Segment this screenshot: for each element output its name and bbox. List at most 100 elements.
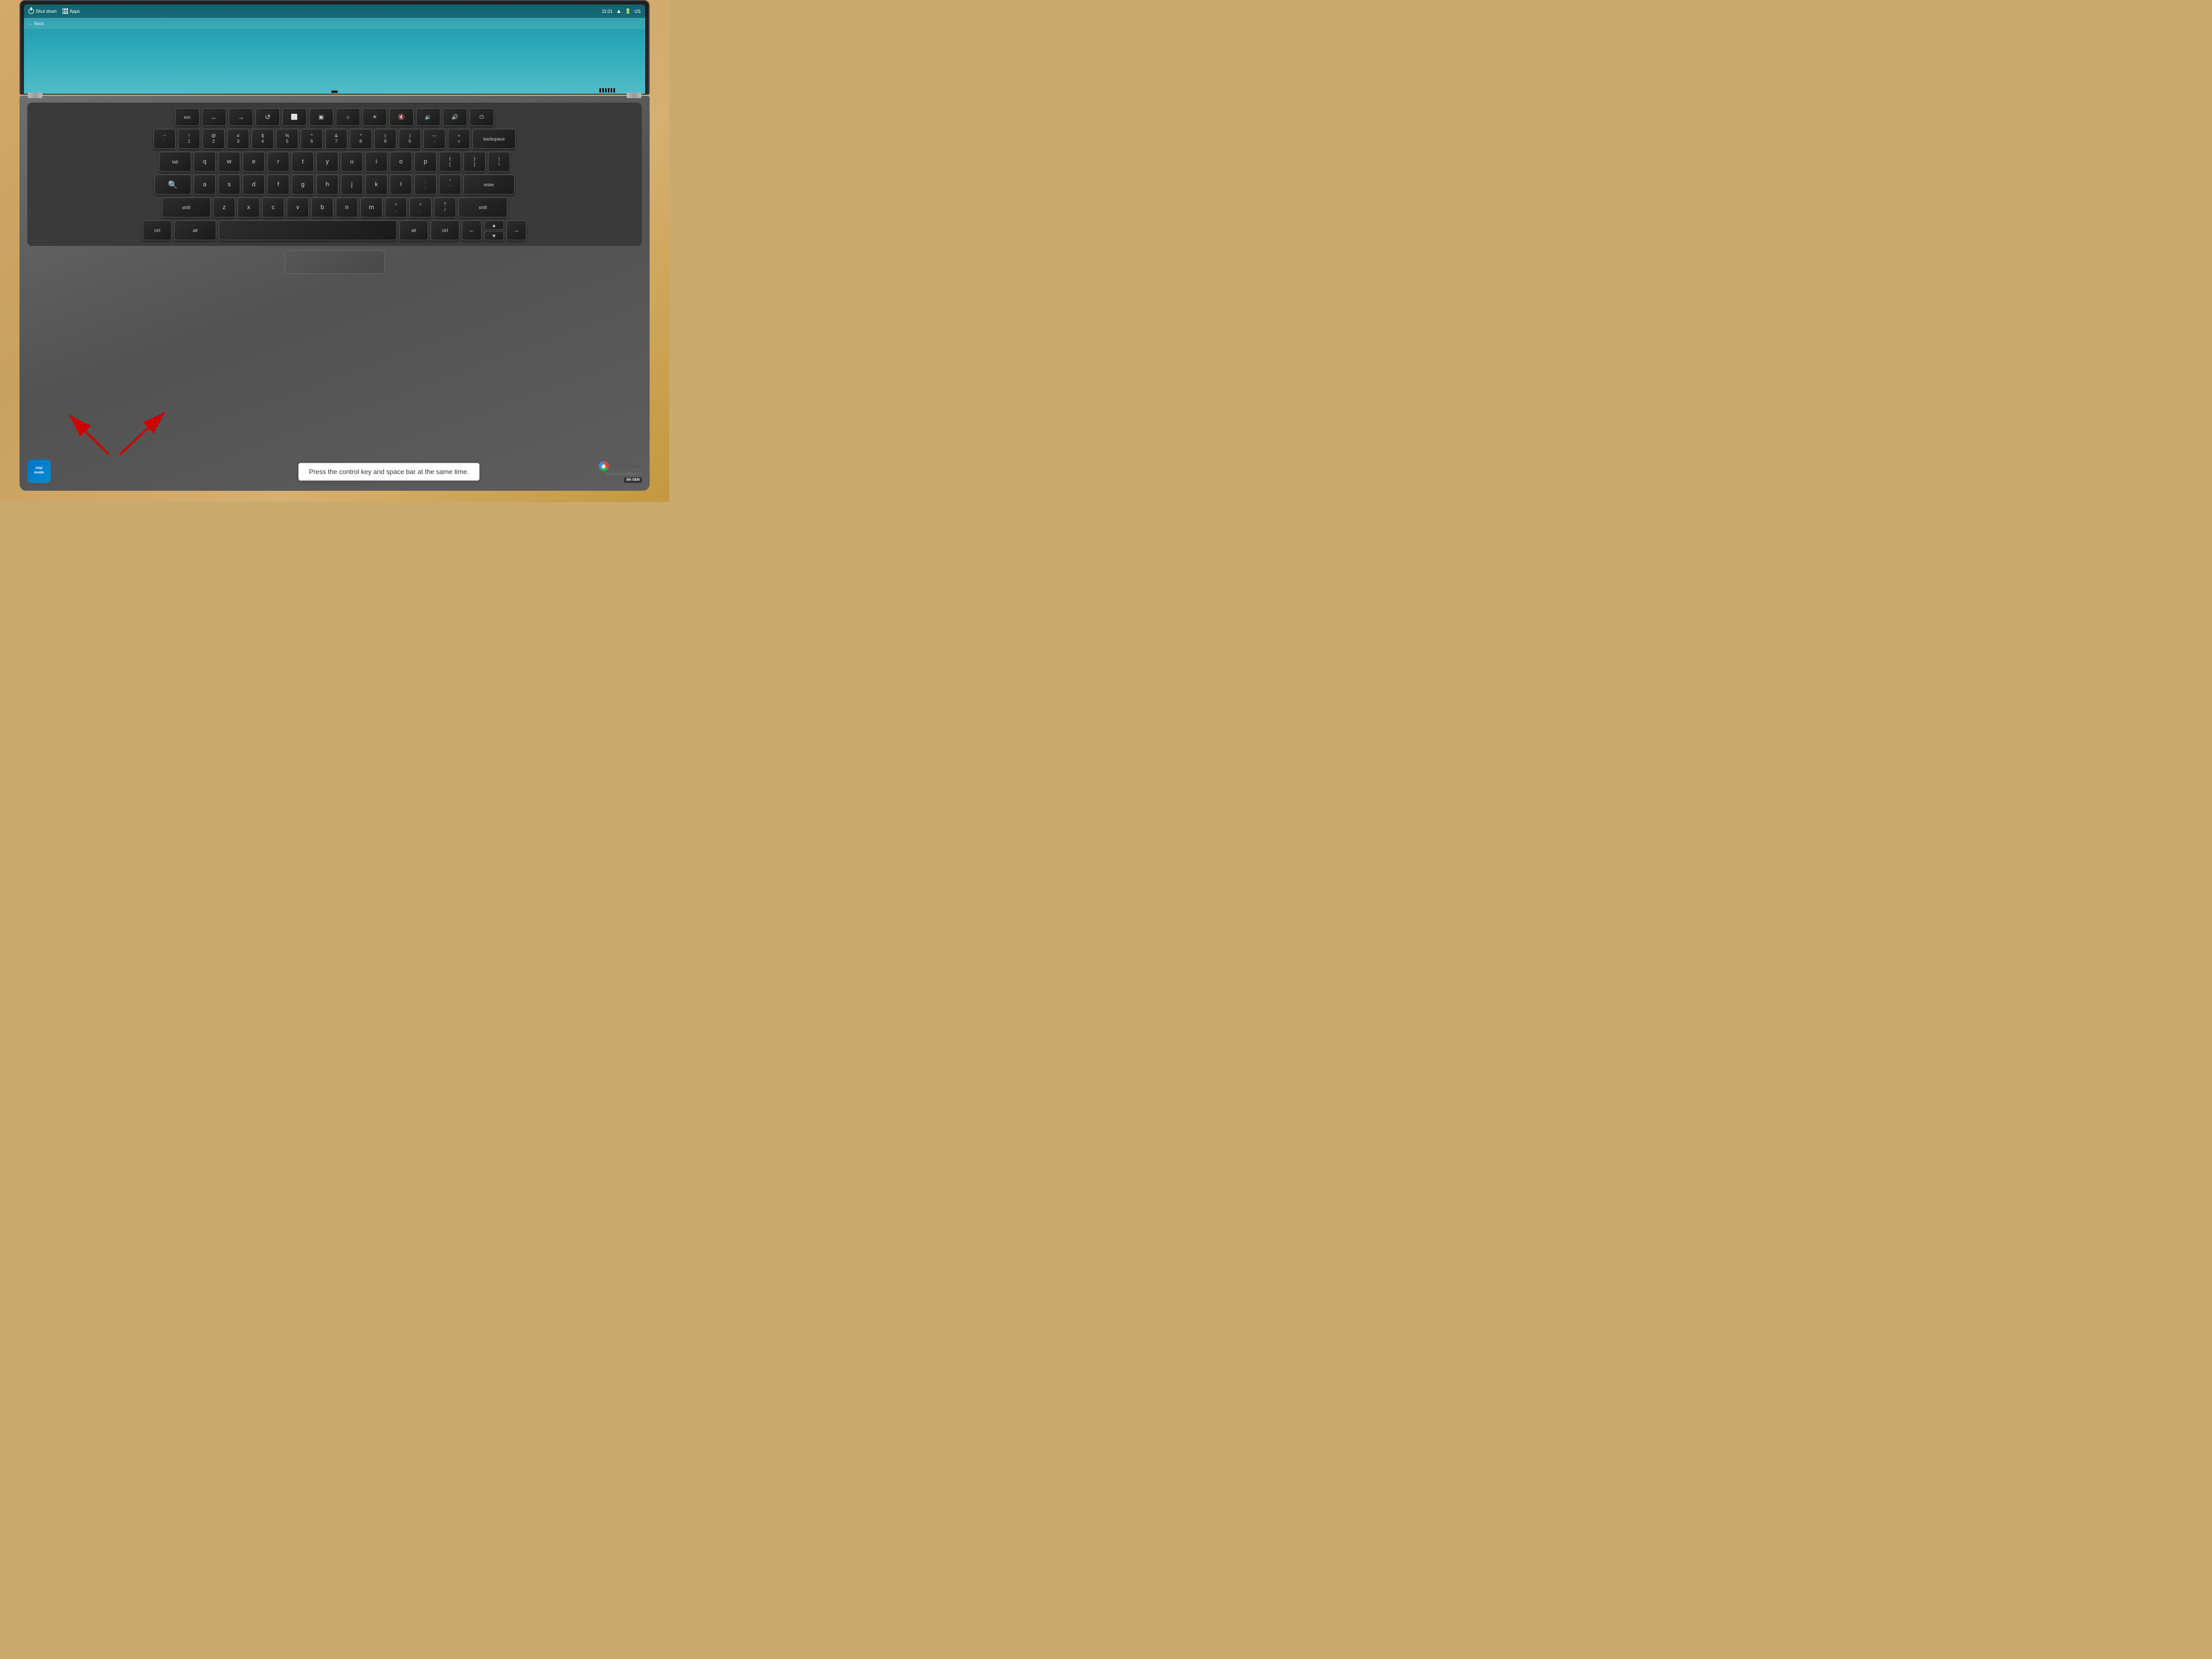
key-m[interactable]: m: [360, 197, 383, 217]
key-search[interactable]: 🔍: [154, 175, 191, 195]
wifi-icon: ▲: [616, 8, 622, 14]
key-u[interactable]: u: [341, 152, 363, 172]
key-quote[interactable]: "': [439, 175, 461, 195]
key-i[interactable]: i: [365, 152, 388, 172]
key-vol-down[interactable]: 🔉: [416, 108, 441, 126]
key-0[interactable]: )0: [399, 129, 421, 149]
apps-button[interactable]: Apps: [62, 8, 80, 14]
touchpad[interactable]: [284, 250, 385, 274]
key-backspace[interactable]: backspace: [472, 129, 516, 149]
key-b[interactable]: b: [311, 197, 333, 217]
key-brightness-up[interactable]: ☀: [362, 108, 387, 126]
vent-area: [599, 88, 615, 93]
key-8[interactable]: *8: [350, 129, 372, 149]
annotation-arrows: [53, 399, 209, 460]
key-7[interactable]: &7: [325, 129, 347, 149]
vent-slot: [608, 88, 609, 93]
bottom-row: ctrl alt alt ctrl ← ▲ ▼ →: [32, 220, 637, 240]
key-3[interactable]: #3: [227, 129, 249, 149]
key-d[interactable]: d: [243, 175, 265, 195]
key-period[interactable]: >.: [409, 197, 432, 217]
laptop-lid: Shut down Apps 11:01: [20, 0, 650, 95]
key-tab[interactable]: tab: [159, 152, 191, 172]
key-vol-up[interactable]: 🔊: [443, 108, 467, 126]
key-alt-left[interactable]: alt: [174, 220, 216, 240]
key-v[interactable]: v: [287, 197, 309, 217]
intel-badge: intel inside: [27, 460, 51, 483]
key-brightness-down[interactable]: ☼: [336, 108, 360, 126]
key-k[interactable]: k: [365, 175, 388, 195]
vent-slot: [613, 88, 615, 93]
key-z[interactable]: z: [213, 197, 235, 217]
key-n[interactable]: n: [336, 197, 358, 217]
key-5[interactable]: %5: [276, 129, 298, 149]
intel-inside-label: inside: [34, 471, 43, 476]
key-4[interactable]: $4: [251, 129, 274, 149]
usb-port: [331, 90, 338, 93]
system-tray: 11:01 ▲ 🔋 US: [602, 8, 641, 14]
region-label: US: [635, 9, 641, 14]
back-button[interactable]: ← Back: [28, 21, 44, 26]
vent-slot: [602, 88, 604, 93]
key-slash[interactable]: ?/: [434, 197, 456, 217]
key-mute[interactable]: 🔇: [389, 108, 414, 126]
browser-bar: ← Back: [24, 18, 645, 29]
chrome-logo: chromebook: [599, 461, 642, 471]
key-enter[interactable]: enter: [463, 175, 515, 195]
key-forward[interactable]: →: [229, 108, 253, 126]
key-back[interactable]: ←: [202, 108, 226, 126]
key-2[interactable]: @2: [202, 129, 225, 149]
key-c[interactable]: c: [262, 197, 284, 217]
key-shift-right[interactable]: shift: [458, 197, 507, 217]
function-row: esc ← → ↺ ⬜ ▣ ☼ ☀ 🔇 🔉 🔊 ⏻: [32, 108, 637, 126]
key-overview[interactable]: ▣: [309, 108, 333, 126]
key-f[interactable]: f: [267, 175, 289, 195]
key-bracket-right[interactable]: }]: [463, 152, 486, 172]
key-e[interactable]: e: [243, 152, 265, 172]
key-s[interactable]: s: [218, 175, 240, 195]
key-l[interactable]: l: [390, 175, 412, 195]
key-t[interactable]: t: [292, 152, 314, 172]
key-6[interactable]: ^6: [301, 129, 323, 149]
key-alt-right[interactable]: alt: [399, 220, 428, 240]
acer-model-label: Acer Chromebook 11: [605, 472, 642, 476]
key-arrow-right[interactable]: →: [506, 220, 526, 240]
key-9[interactable]: (9: [374, 129, 396, 149]
keyboard-wrapper: esc ← → ↺ ⬜ ▣ ☼ ☀ 🔇 🔉 🔊 ⏻ ~` !1 @2 #3 $4…: [27, 103, 642, 246]
key-arrow-up[interactable]: ▲: [484, 220, 504, 230]
key-semicolon[interactable]: :;: [414, 175, 437, 195]
key-y[interactable]: y: [316, 152, 338, 172]
key-tilde[interactable]: ~`: [153, 129, 176, 149]
key-fullscreen[interactable]: ⬜: [282, 108, 307, 126]
key-x[interactable]: x: [238, 197, 260, 217]
key-refresh[interactable]: ↺: [255, 108, 280, 126]
key-arrow-down[interactable]: ▼: [484, 231, 504, 240]
key-q[interactable]: q: [193, 152, 216, 172]
key-minus[interactable]: —-: [423, 129, 446, 149]
key-r[interactable]: r: [267, 152, 289, 172]
key-comma[interactable]: <,: [385, 197, 407, 217]
chromeos-taskbar: Shut down Apps 11:01: [24, 4, 645, 18]
key-power[interactable]: ⏻: [469, 108, 494, 126]
key-space[interactable]: [219, 220, 397, 240]
key-ctrl-left[interactable]: ctrl: [143, 220, 172, 240]
key-1[interactable]: !1: [178, 129, 200, 149]
key-esc[interactable]: esc: [175, 108, 200, 126]
key-a[interactable]: a: [193, 175, 216, 195]
key-w[interactable]: w: [218, 152, 240, 172]
key-arrow-left[interactable]: ←: [462, 220, 482, 240]
key-j[interactable]: j: [341, 175, 363, 195]
arrow-up-down-cluster: ▲ ▼: [484, 220, 504, 240]
key-ctrl-right[interactable]: ctrl: [430, 220, 459, 240]
key-shift-left[interactable]: shift: [162, 197, 211, 217]
vent-slot: [611, 88, 612, 93]
key-bracket-left[interactable]: {[: [439, 152, 461, 172]
shutdown-button[interactable]: Shut down: [28, 8, 57, 14]
key-backslash[interactable]: |\: [488, 152, 510, 172]
asdf-row: 🔍 a s d f g h j k l :; "' enter: [32, 175, 637, 195]
key-o[interactable]: o: [390, 152, 412, 172]
key-p[interactable]: p: [414, 152, 437, 172]
key-equals[interactable]: +=: [448, 129, 470, 149]
key-h[interactable]: h: [316, 175, 338, 195]
key-g[interactable]: g: [292, 175, 314, 195]
